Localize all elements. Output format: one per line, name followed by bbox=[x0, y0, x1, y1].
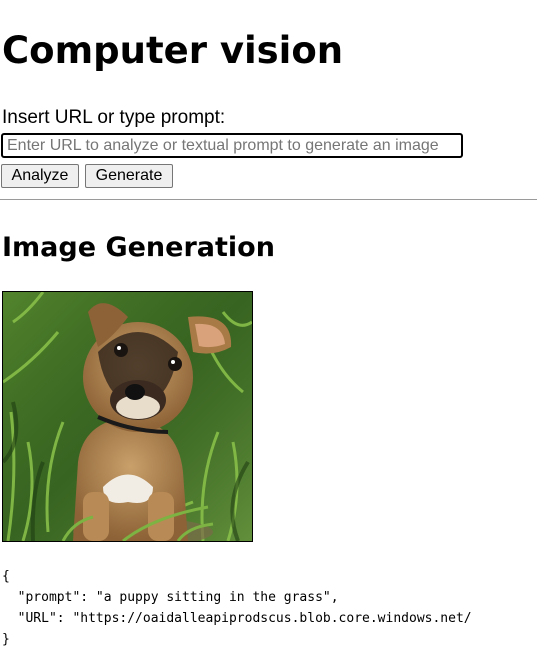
json-line: "URL": "https://oaidalleapiprodscus.blob… bbox=[2, 611, 472, 626]
puppy-in-grass-image bbox=[3, 292, 252, 541]
section-heading: Image Generation bbox=[2, 232, 275, 263]
generated-image bbox=[2, 291, 253, 542]
json-output: { "prompt": "a puppy sitting in the gras… bbox=[2, 566, 472, 650]
prompt-label: Insert URL or type prompt: bbox=[2, 107, 226, 128]
url-or-prompt-input[interactable] bbox=[1, 133, 463, 158]
generate-button[interactable]: Generate bbox=[85, 164, 173, 188]
page: Computer vision Insert URL or type promp… bbox=[0, 0, 537, 656]
section-divider bbox=[0, 199, 537, 200]
json-line: { bbox=[2, 569, 10, 584]
page-title: Computer vision bbox=[2, 29, 344, 72]
json-line: } bbox=[2, 632, 10, 647]
analyze-button[interactable]: Analyze bbox=[1, 164, 79, 188]
json-line: "prompt": "a puppy sitting in the grass"… bbox=[2, 590, 339, 605]
